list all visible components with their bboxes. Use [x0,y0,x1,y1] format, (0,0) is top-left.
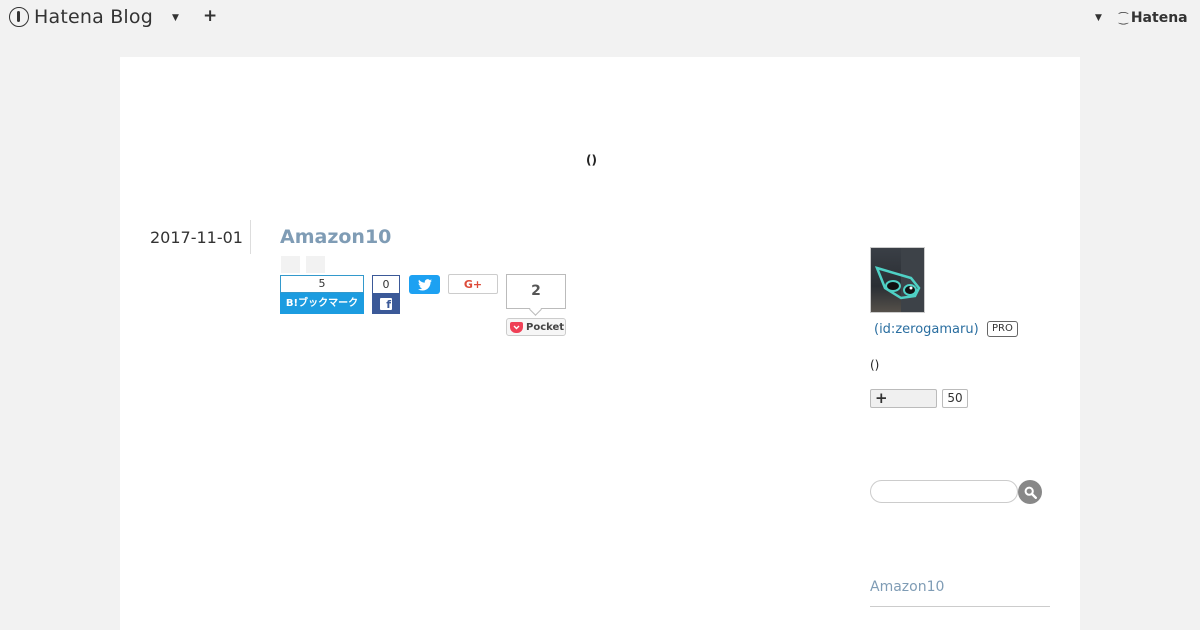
date-divider [250,220,251,254]
hatena-mark-icon: ⁐ [1119,11,1128,25]
pocket-icon [510,321,523,333]
search-input[interactable] [870,480,1018,503]
chevron-down-icon[interactable]: ▼ [1095,13,1102,23]
top-bar: Hatena Blog ▼ + ▼ ⁐ Hatena [0,0,1200,40]
pocket-label: Pocket [526,321,565,333]
hatena-wordmark: Hatena [1130,10,1188,26]
chevron-down-icon[interactable]: ▼ [172,13,179,23]
facebook-button-face: f [372,294,400,314]
entry-date[interactable]: 2017-11-01 [150,228,243,247]
subscribe-button[interactable]: + [870,389,937,408]
google-plus-label: G+ [463,277,483,291]
sunglasses-photo [874,248,924,312]
content-panel [120,57,1080,630]
avatar[interactable] [870,247,925,313]
facebook-share-button[interactable]: 0 f [372,275,400,314]
google-plus-share-button[interactable]: G+ [448,274,498,294]
twitter-share-button[interactable] [409,275,440,294]
facebook-icon: f [380,298,392,311]
twitter-bird-icon [417,278,432,291]
user-id-link[interactable]: (id:zerogamaru) [874,322,979,337]
pro-badge: PRO [987,321,1018,337]
facebook-share-count: 0 [372,275,400,294]
category-label[interactable] [281,256,300,273]
hatena-menu[interactable]: ⁐ Hatena [1119,10,1188,26]
recent-entry-divider [870,606,1050,607]
search-icon [1024,486,1037,499]
readers-count: 50 [942,389,968,408]
pocket-chevron-icon [513,325,520,329]
hatena-bookmark-count: 5 [280,275,364,293]
hatena-bookmark-button[interactable]: 5 B!ブックマーク [280,275,364,314]
search-button[interactable] [1018,480,1042,504]
pocket-button[interactable]: Pocket [506,318,566,336]
hatena-bookmark-label: B!ブックマーク [280,293,364,314]
blog-title[interactable]: () [586,153,597,167]
brand-name: Hatena Blog [34,6,153,28]
recent-entry-link[interactable]: Amazon10 [870,579,944,595]
plus-icon[interactable]: + [203,6,217,26]
hatena-blog-logo-icon [9,7,29,27]
entry-title[interactable]: Amazon10 [280,226,391,248]
hatena-blog-logo[interactable]: Hatena Blog [9,6,153,28]
profile-description: () [870,358,880,372]
plus-icon: + [875,389,888,407]
pocket-count: 2 [506,274,566,309]
category-label[interactable] [306,256,325,273]
